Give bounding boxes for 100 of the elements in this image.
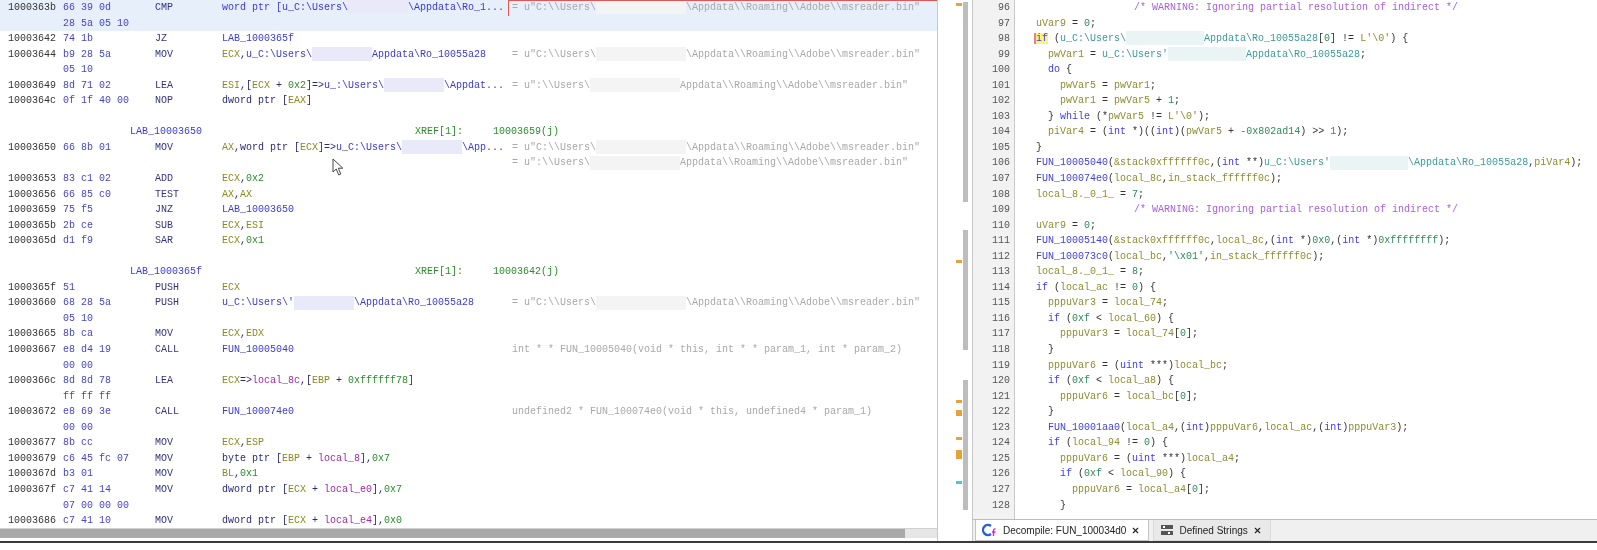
bytes-text: 00 00 [63, 358, 93, 373]
line-number: 120 [991, 374, 1011, 389]
line-number: 109 [991, 203, 1011, 218]
code-line: pppuVar6 = local_bc[0]; [1060, 389, 1199, 404]
operand-text: LAB_10003650 [222, 203, 294, 218]
code-line: local_8._0_1_ = 8; [1036, 265, 1145, 280]
code-line: FUN_10001aa0(local_a4,(int)pppuVar6,local_ac,(int)pppuVar3); [1048, 420, 1409, 435]
bytes-text: c7 41 14 [63, 482, 111, 497]
listing-row[interactable]: 10003665 8b ca MOV ECX,EDX [0, 326, 937, 343]
xref-address-text[interactable]: 10003642(j) [493, 264, 559, 280]
operand-text: byte ptr [EBP + local_8],0x7 [222, 451, 391, 466]
bytes-text: b9 28 5a [63, 47, 111, 62]
address-text: 10003667 [8, 343, 56, 358]
bytes-text: d1 f9 [63, 234, 93, 249]
listing-row[interactable]: 10003649 8d 71 02 LEA ESI,[ECX + 0x2]=>u_:\Users\ \Appdat... = u":\\Users\ Appdata\\Roaming\\Adobe\\msreader.bin" [0, 77, 937, 94]
comment-text: = u"C:\\Users\ \Appdata\\Roaming\\Adobe\\msreader.bin" [512, 0, 921, 16]
code-line: if (u_C:\Users\ Appdata\Ro_10055a28[0] != L'\0') { [1036, 31, 1409, 47]
code-line: FUN_100073c0(local_bc,'\x01',in_stack_ffffff0c); [1036, 249, 1325, 264]
address-text: 1000363b [8, 1, 56, 15]
listing-row[interactable]: 10003679 c6 45 fc 07 MOV byte ptr [EBP + local_8],0x7 [0, 450, 937, 467]
bytes-text: 8b ca [63, 327, 93, 342]
code-line: pppuVar6 = (uint ***)local_bc; [1048, 358, 1229, 373]
operand-text: ECX,0x2 [222, 172, 265, 186]
line-number: 102 [991, 94, 1011, 109]
listing-row[interactable]: 10003659 75 f5 JNZ LAB_10003650 [0, 202, 937, 218]
bytes-text: 05 10 [63, 311, 93, 326]
listing-row[interactable]: ff ff ff [0, 388, 937, 405]
address-text: 1000367f [8, 482, 56, 497]
mnemonic-text: MOV [155, 514, 173, 528]
address-text: 10003653 [8, 172, 56, 186]
listing-row[interactable]: 1000367f c7 41 14 MOV dword ptr [ECX + local_e0],0x7 [0, 481, 937, 498]
listing-row[interactable]: 1000364c 0f 1f 40 00 NOP dword ptr [EAX] [0, 93, 937, 109]
address-text: 10003660 [8, 296, 56, 311]
code-line: FUN_100074e0(local_8c,in_stack_ffffff0c); [1036, 172, 1283, 186]
listing-row[interactable]: 1000365f 51 PUSH ECX [0, 279, 937, 296]
panel-tab[interactable]: Defined Strings [1153, 520, 1271, 541]
xref-address-text[interactable]: 10003659(j) [493, 124, 559, 140]
address-text: 10003665 [8, 327, 56, 342]
line-number: 98 [997, 32, 1011, 47]
panel-tab[interactable]: Decompile: FUN_100034d0 [975, 520, 1150, 541]
address-text: 10003642 [8, 32, 56, 47]
address-text: 10003656 [8, 187, 56, 202]
listing-row[interactable]: 1000367d b3 01 MOV BL,0x1 [0, 466, 937, 482]
listing-row[interactable]: 1000365b 2b ce SUB ECX,ESI [0, 217, 937, 234]
code-line: if (0xf < local_90) { [1060, 467, 1187, 482]
operand-text: dword ptr [ECX + local_e0],0x7 [222, 482, 403, 497]
listing-row[interactable]: 10003644 b9 28 5a MOV ECX,u_C:\Users\ Appdata\Ro_10055a28 = u"C:\\Users\ \Appdata\\Roaming\\Adobe\\msreader.bin" [0, 46, 937, 63]
mnemonic-text: MOV [155, 47, 173, 62]
operand-text: ESI,[ECX + 0x2]=>u_:\Users\ \Appdat... [222, 77, 505, 94]
bytes-text: 51 [63, 280, 75, 295]
close-icon[interactable] [1131, 525, 1141, 535]
line-number: 101 [991, 78, 1011, 93]
code-line: uVar9 = 0; [1036, 218, 1097, 233]
listing-row[interactable]: 10003672 e8 69 3e CALL FUN_100074e0 undefined2 * FUN_100074e0(void * this, undefined4 * param_1) [0, 404, 937, 420]
operand-text: AX,AX [222, 187, 253, 202]
label-text[interactable]: LAB_1000365f [130, 264, 202, 280]
line-number: 116 [991, 311, 1011, 326]
label-text[interactable]: LAB_10003650 [130, 124, 202, 140]
listing-row[interactable]: 10003686 c7 41 10 MOV dword ptr [ECX + local_e4],0x0 [0, 513, 937, 528]
code-line: pppuVar6 = (uint ***)local_a4; [1060, 451, 1241, 466]
listing-row[interactable]: 05 10 [0, 62, 937, 78]
listing-row[interactable]: 10003642 74 1b JZ LAB_1000365f [0, 31, 937, 47]
close-icon[interactable] [1252, 525, 1262, 535]
horizontal-scrollbar[interactable] [0, 528, 937, 538]
code-line: pwVar1 = u_C:\Users' Appdata\Ro_10055a28; [1048, 46, 1367, 63]
code-comment: /* WARNING: Ignoring partial resolution of indirect */ [1134, 1, 1459, 15]
listing-row[interactable]: 10003650 66 8b 01 MOV AX,word ptr [ECX]=>u_C:\Users\ \App... = u"C:\\Users\ \Appdata\\Roaming\\Adobe\\msreader.bin" [0, 139, 937, 156]
bytes-text: ff ff ff [63, 389, 111, 404]
bytes-text: 68 28 5a [63, 296, 111, 311]
listing-row[interactable]: 1000365d d1 f9 SAR ECX,0x1 [0, 233, 937, 249]
operand-text: ECX,ESP [222, 436, 265, 451]
bytes-text: 8d 8d 78 [63, 374, 111, 389]
listing-row[interactable]: 10003653 83 c1 02 ADD ECX,0x2 [0, 171, 937, 187]
listing-row[interactable]: 1000366c 8d 8d 78 LEA ECX=>local_8c,[EBP + 0xffffff78] [0, 373, 937, 389]
line-number: 122 [991, 405, 1011, 420]
line-number: 104 [991, 125, 1011, 140]
comment-text: = u"C:\\Users\ \Appdata\\Roaming\\Adobe\\msreader.bin" [512, 295, 921, 311]
code-line: } while (*pwVar5 != L'\0'); [1048, 109, 1211, 124]
operand-text: LAB_1000365f [222, 32, 294, 47]
code-line: local_8._0_1_ = 7; [1036, 187, 1145, 202]
operand-text: dword ptr [ECX + local_e4],0x0 [222, 514, 403, 528]
listing-row[interactable]: 07 00 00 00 [0, 497, 937, 514]
operand-text: FUN_10005040 [222, 343, 294, 358]
address-text: 10003672 [8, 405, 56, 420]
listing-row[interactable]: 10003660 68 28 5a PUSH u_C:\Users\' \Appdata\Ro_10055a28 = u"C:\\Users\ \Appdata\\Roaming\\Adobe\\msreader.bin" [0, 295, 937, 311]
line-number: 115 [991, 296, 1011, 311]
listing-row[interactable]: 10003656 66 85 c0 TEST AX,AX [0, 186, 937, 203]
operand-text: word ptr [u_C:\Users\ \Appdata\Ro_1... [222, 0, 505, 16]
listing-row[interactable]: 05 10 [0, 310, 937, 327]
bytes-text: 0f 1f 40 00 [63, 94, 129, 109]
listing-row[interactable]: 00 00 [0, 357, 937, 374]
comment-text: = u":\\Users\ Appdata\\Roaming\\Adobe\\msreader.bin" [512, 77, 909, 94]
listing-row[interactable]: 10003667 e8 d4 19 CALL FUN_10005040 int * * FUN_10005040(void * this, int * * param_1, int * param_2) [0, 342, 937, 358]
operand-text: u_C:\Users\' \Appdata\Ro_10055a28 [222, 295, 475, 311]
listing-row[interactable]: 00 00 [0, 419, 937, 436]
listing-row[interactable]: 10003677 8b cc MOV ECX,ESP [0, 435, 937, 451]
line-number: 100 [991, 63, 1011, 78]
line-number: 105 [991, 140, 1011, 155]
listing-row[interactable]: 1000363b 66 39 0d CMP word ptr [u_C:\Users\ \Appdata\Ro_1... = u"C:\\Users\ \Appdata\\Roaming\\Adobe\\msreader.bin" [0, 0, 937, 16]
operand-text: dword ptr [EAX] [222, 94, 313, 109]
